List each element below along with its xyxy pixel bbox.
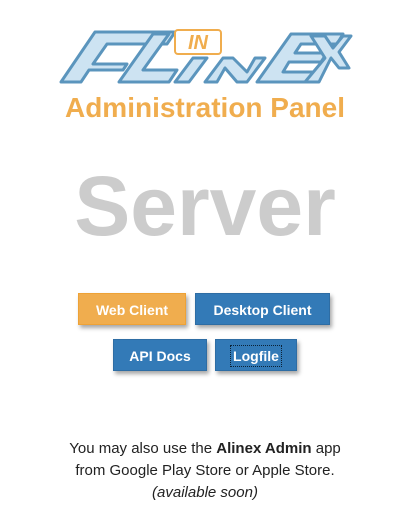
footer-app-name: Alinex Admin [216, 440, 312, 457]
api-docs-label: API Docs [129, 348, 191, 364]
logo-in-text: IN [188, 32, 209, 54]
alinex-logo: IN [59, 29, 353, 84]
web-client-label: Web Client [95, 302, 169, 318]
logo-ex-letters [255, 32, 353, 84]
footer-line-2: from Google Play Store or Apple Store. [75, 462, 335, 479]
footer-line-1: You may also use the Alinex Admin app [0, 438, 410, 460]
footer-availability: (available soon) [152, 484, 258, 501]
logo-in-letters: IN [173, 29, 267, 84]
web-client-button[interactable]: Web Client [78, 293, 186, 325]
logfile-button[interactable]: Logfile [215, 339, 297, 371]
logo-al-letters [59, 30, 179, 84]
footer-line-3: (available soon) [0, 482, 410, 504]
page-title: Server [74, 159, 336, 253]
footer-note: You may also use the Alinex Admin app fr… [0, 438, 410, 504]
desktop-client-label: Desktop Client [213, 302, 312, 318]
page-subtitle: Administration Panel [64, 92, 346, 123]
footer-line-1-suffix: app [311, 440, 341, 457]
desktop-client-button[interactable]: Desktop Client [195, 293, 330, 325]
footer-line-1-prefix: You may also use the [69, 440, 217, 457]
logfile-label: Logfile [230, 345, 282, 367]
admin-page: IN Administration Panel Server Web Clien… [0, 0, 416, 527]
api-docs-button[interactable]: API Docs [113, 339, 207, 371]
